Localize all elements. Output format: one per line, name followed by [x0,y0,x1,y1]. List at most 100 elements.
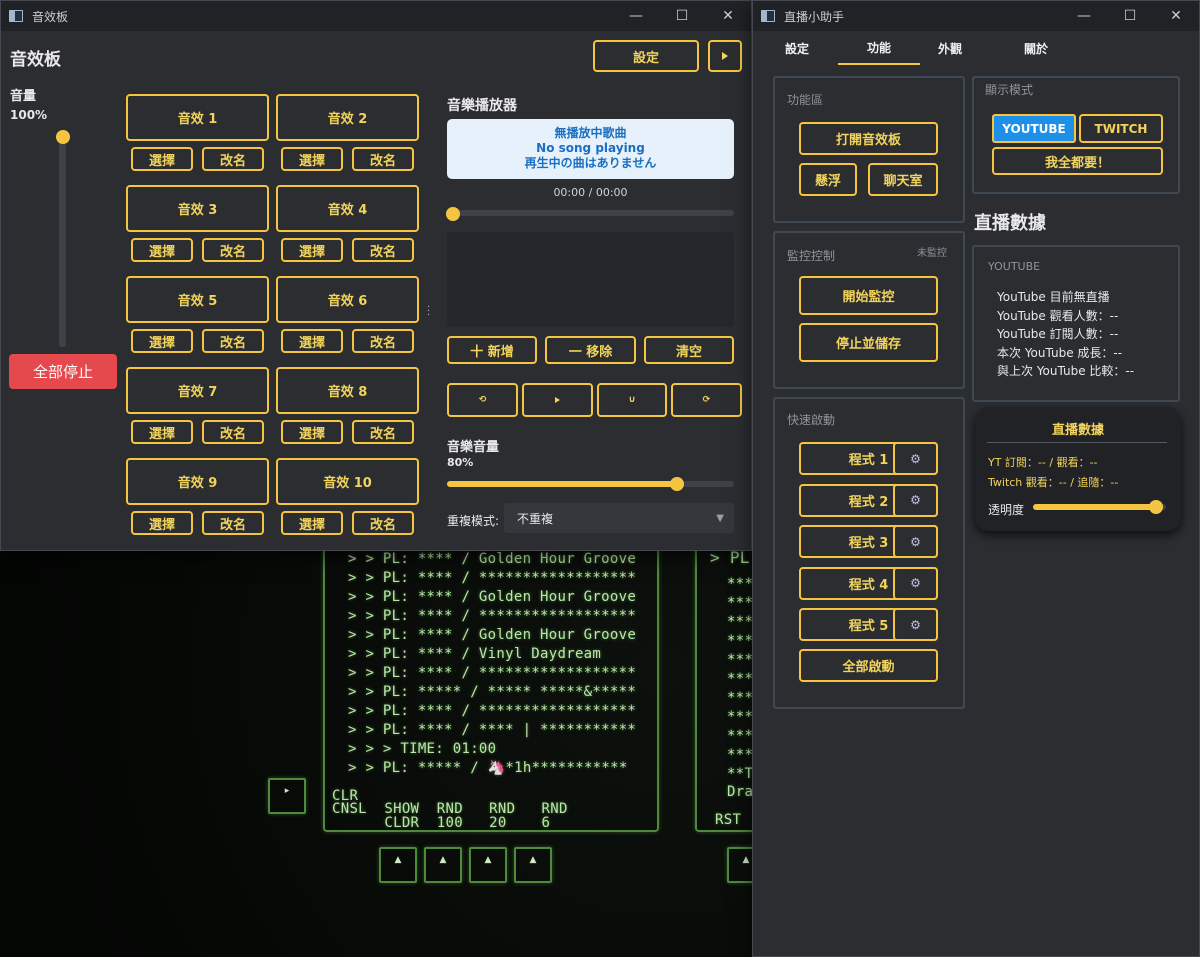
clear-button[interactable]: 清空 [644,336,734,364]
program-settings-button[interactable]: ⚙ [893,608,938,641]
seek-slider[interactable] [447,210,734,216]
prev-button[interactable]: ⟲ [447,383,518,417]
sound-button[interactable]: 音效 5 [126,276,269,323]
rename-sound-button[interactable]: 改名 [202,238,264,262]
program-settings-button[interactable]: ⚙ [893,566,938,600]
now-playing-ja: 再生中の曲はありません [524,156,657,170]
pause-button[interactable]: ∪ [597,383,667,417]
terminal-line: > > PL: **** / Golden Hour Groove [348,627,637,643]
stop-save-button[interactable]: 停止並儲存 [799,323,938,362]
chatroom-button[interactable]: 聊天室 [868,163,938,196]
tab-3[interactable]: 外觀 [920,32,980,65]
sound-button[interactable]: 音效 10 [276,458,419,505]
program-settings-button[interactable]: ⚙ [893,525,938,558]
sound-button[interactable]: 音效 2 [276,94,419,141]
terminal-right-line: *** [727,652,754,668]
maximize-icon[interactable]: ☐ [659,8,705,24]
play-button[interactable] [522,383,593,417]
select-sound-button[interactable]: 選擇 [281,238,343,262]
next-button[interactable]: ⟳ [671,383,742,417]
terminal-up-button-3[interactable]: ▲ [469,847,507,883]
all-mode-button[interactable]: 我全都要！ [992,147,1163,175]
minimize-icon[interactable]: — [1061,8,1107,24]
minimize-icon[interactable]: — [613,8,659,24]
rename-sound-button[interactable]: 改名 [202,511,264,535]
stats-line: YouTube 訂閱人數：-- [997,327,1119,341]
quick-launch-heading: 快速啟動 [787,413,836,427]
repeat-select[interactable]: 不重複 ▼ [504,503,734,533]
twitch-mode-button[interactable]: TWITCH [1079,114,1163,143]
program-settings-button[interactable]: ⚙ [893,483,938,517]
close-icon[interactable]: ✕ [1153,8,1199,24]
seek-slider-handle[interactable] [446,207,460,221]
stop-all-button[interactable]: 全部停止 [9,354,117,389]
select-sound-button[interactable]: 選擇 [131,420,193,444]
select-sound-button[interactable]: 選擇 [281,420,343,444]
start-monitor-button[interactable]: 開始監控 [799,276,938,315]
opacity-handle[interactable] [1149,500,1164,514]
assistant-window: 直播小助手 — ☐ ✕ 設定 功能 外觀 關於 功能區 打開音效板 懸浮 聊天室 顯示… [752,0,1200,957]
float-button[interactable]: 懸浮 [799,163,857,196]
remove-button[interactable]: 一 移除 [545,336,636,364]
select-sound-button[interactable]: 選擇 [281,329,343,353]
assistant-titlebar[interactable]: 直播小助手 — ☐ ✕ [753,1,1199,31]
stats-platform: YOUTUBE [988,260,1041,273]
sound-button[interactable]: 音效 8 [276,367,419,414]
terminal-line: > > PL: **** / ****************** [348,703,637,719]
rename-sound-button[interactable]: 改名 [352,420,414,444]
sound-button[interactable]: 音效 1 [126,94,269,141]
tab-2[interactable]: 功能 [838,32,920,65]
select-sound-button[interactable]: 選擇 [131,147,193,171]
playlist-box[interactable] [447,232,734,327]
gear-icon: ⚙ [910,493,921,507]
tab-1[interactable]: 設定 [767,32,827,65]
stats-overlay: 直播數據 YT 訂閱：-- / 觀看：-- Twitch 觀看：-- / 追隨：… [975,407,1181,531]
rename-sound-button[interactable]: 改名 [202,420,264,444]
repeat-label: 重複模式: [447,514,500,528]
select-sound-button[interactable]: 選擇 [131,329,193,353]
expand-button[interactable] [708,40,742,72]
select-sound-button[interactable]: 選擇 [281,147,343,171]
rename-sound-button[interactable]: 改名 [352,147,414,171]
sound-button[interactable]: 音效 7 [126,367,269,414]
select-sound-button[interactable]: 選擇 [281,511,343,535]
pause-icon: ∪ [628,395,636,405]
terminal-up-button-1[interactable]: ▲ [379,847,417,883]
tab-4[interactable]: 關於 [1006,32,1066,65]
rename-sound-button[interactable]: 改名 [352,329,414,353]
sound-button[interactable]: 音效 6 [276,276,419,323]
rename-sound-button[interactable]: 改名 [352,238,414,262]
terminal-right-line: *** [727,709,754,725]
close-icon[interactable]: ✕ [705,8,751,24]
sound-button[interactable]: 音效 4 [276,185,419,232]
sound-button[interactable]: 音效 3 [126,185,269,232]
youtube-mode-button[interactable]: YOUTUBE [992,114,1076,143]
rename-sound-button[interactable]: 改名 [202,329,264,353]
splitter-handle[interactable]: · · · [427,303,430,321]
select-sound-button[interactable]: 選擇 [131,238,193,262]
settings-button[interactable]: 設定 [593,40,699,72]
terminal-line: > > PL: **** / Vinyl Daydream [348,646,602,662]
rename-sound-button[interactable]: 改名 [202,147,264,171]
terminal-up-button-4[interactable]: ▲ [514,847,552,883]
select-sound-button[interactable]: 選擇 [131,511,193,535]
stats-line: YouTube 觀看人數：-- [997,308,1119,323]
rename-sound-button[interactable]: 改名 [352,511,414,535]
volume-slider[interactable] [59,131,66,347]
music-volume-handle[interactable] [669,477,684,491]
terminal-up-button-2[interactable]: ▲ [424,847,462,883]
next-icon: ⟳ [702,395,711,405]
volume-slider-handle[interactable] [56,130,70,144]
gear-icon: ⚙ [910,617,921,632]
soundboard-titlebar[interactable]: 音效板 — ☐ ✕ [1,1,751,31]
open-soundboard-button[interactable]: 打開音效板 [799,122,938,155]
stats-line: YouTube 目前無直播 [997,290,1110,304]
display-mode-heading: 顯示模式 [985,83,1034,97]
launch-all-button[interactable]: 全部啟動 [799,649,938,682]
repeat-select-value: 不重複 [517,511,554,526]
terminal-side-button[interactable]: ▸ [268,778,306,814]
program-settings-button[interactable]: ⚙ [893,442,938,475]
add-button[interactable]: 十 新增 [447,336,537,364]
maximize-icon[interactable]: ☐ [1107,8,1153,24]
sound-button[interactable]: 音效 9 [126,458,269,505]
